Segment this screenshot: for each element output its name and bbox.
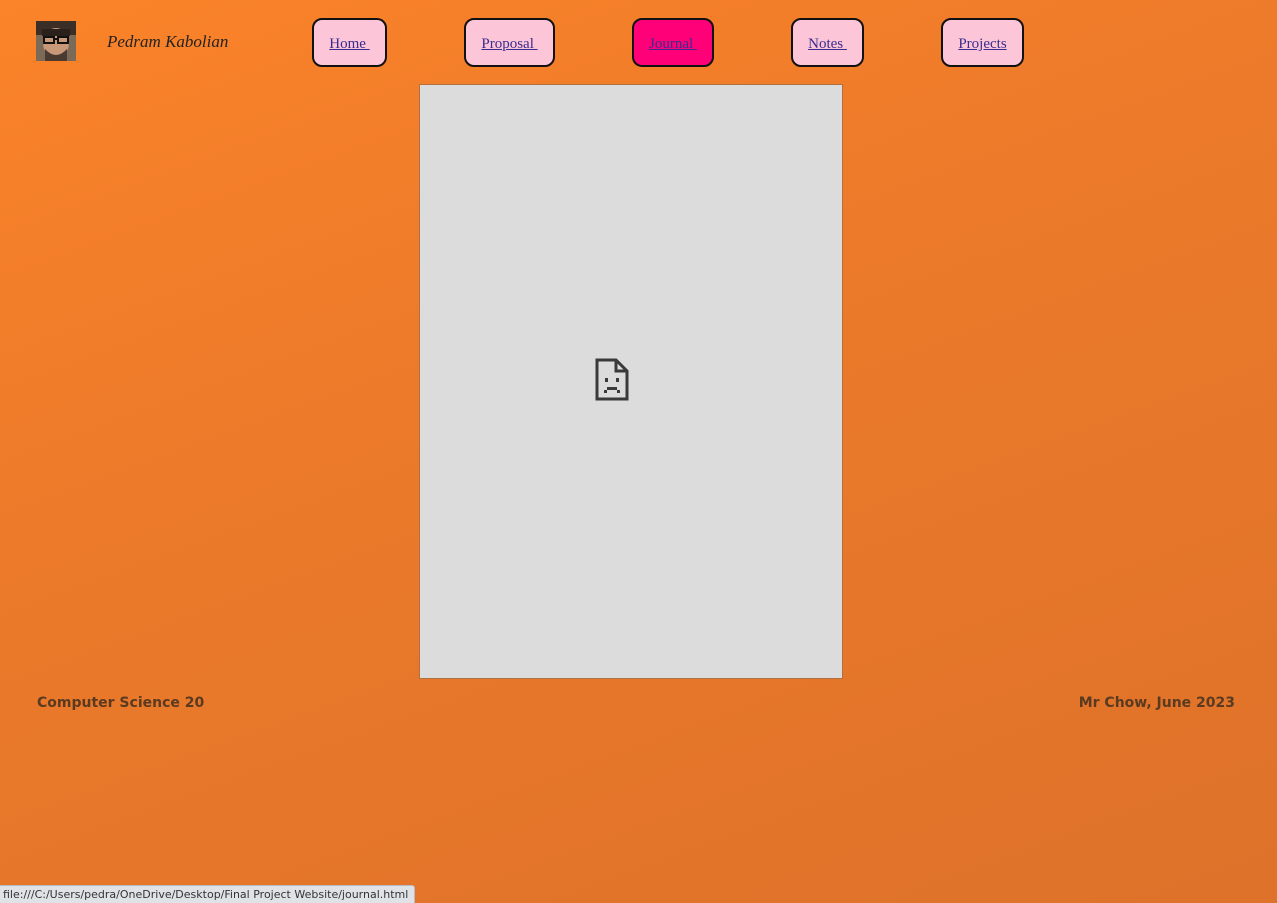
nav-button-proposal[interactable]: Proposal [464,18,555,67]
nav-link-proposal[interactable]: Proposal [481,34,537,64]
teacher-date-label: Mr Chow, June 2023 [1078,695,1235,711]
nav-button-notes[interactable]: Notes [791,18,864,67]
nav-button-home[interactable]: Home [312,18,387,67]
course-label: Computer Science 20 [37,695,205,711]
nav-link-home[interactable]: Home [329,34,369,64]
nav-button-projects[interactable]: Projects [941,18,1024,67]
avatar [36,21,76,61]
status-bar-url: file:///C:/Users/pedra/OneDrive/Desktop/… [0,885,416,903]
nav-button-journal[interactable]: Journal [632,18,714,67]
nav-link-journal[interactable]: Journal [649,34,697,64]
broken-page-icon [595,358,629,401]
nav-link-notes[interactable]: Notes [808,34,847,64]
nav-link-projects[interactable]: Projects [958,34,1006,64]
author-name: Pedram Kabolian [107,32,229,51]
embedded-document-frame[interactable] [419,84,843,679]
